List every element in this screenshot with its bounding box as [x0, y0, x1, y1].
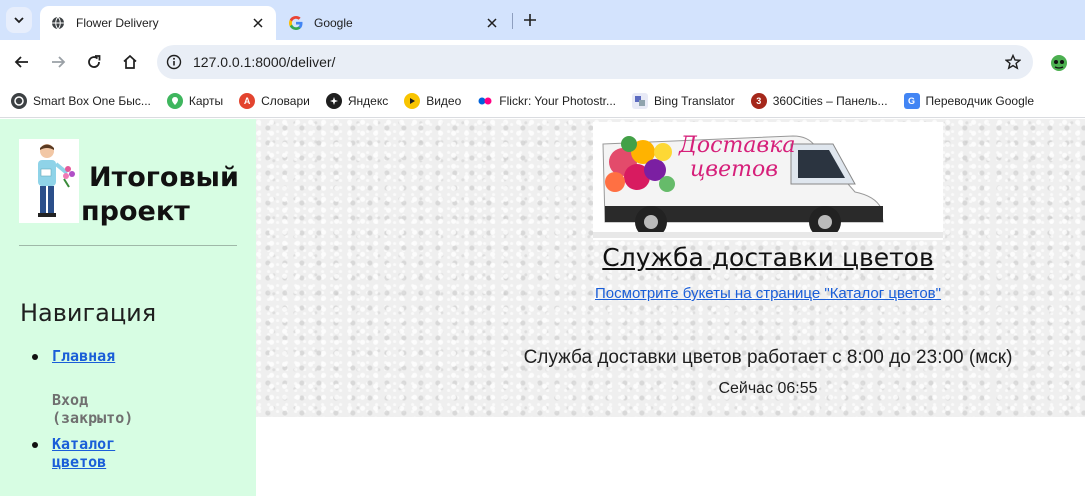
bookmark-label: Видео	[426, 93, 462, 108]
bookmark-star-icon[interactable]	[1001, 50, 1025, 74]
arrow-right-icon	[52, 56, 66, 68]
nav-heading: Навигация	[20, 299, 157, 327]
bookmark-dictionaries[interactable]: A Словари	[239, 92, 310, 109]
brand: Итоговый проект	[19, 139, 239, 249]
globe-icon	[50, 15, 66, 31]
reload-button[interactable]	[82, 50, 106, 74]
tab-title: Flower Delivery	[76, 16, 159, 30]
working-hours-text: Служба доставки цветов работает с 8:00 д…	[523, 347, 1013, 368]
360cities-icon: 3	[750, 92, 767, 109]
bookmark-yandex[interactable]: Яндекс	[325, 92, 389, 109]
arrow-left-icon	[14, 56, 28, 68]
courier-illustration	[19, 139, 79, 223]
main-content: Доставка цветов Служба доставки цветов П…	[256, 119, 1085, 417]
tab-strip: Flower Delivery Google	[0, 0, 1085, 40]
bookmark-google-translate[interactable]: G Переводчик Google	[903, 92, 1035, 109]
new-tab-button[interactable]	[518, 8, 542, 32]
bookmark-smartbox[interactable]: Smart Box One Быс...	[11, 92, 151, 109]
site-title: Итоговый проект	[81, 161, 241, 229]
bookmark-label: Яндекс	[347, 93, 389, 108]
back-button[interactable]	[10, 50, 34, 74]
tab-search-button[interactable]	[6, 7, 32, 33]
url-text[interactable]: 127.0.0.1:8000/deliver/	[193, 54, 1001, 70]
yandex-icon	[325, 92, 342, 109]
list-bullet	[32, 354, 38, 360]
catalog-link[interactable]: Посмотрите букеты на странице "Каталог ц…	[256, 285, 1085, 302]
site-title-line1: Итоговый	[89, 162, 239, 193]
bookmark-label: Карты	[188, 93, 224, 108]
bookmark-video[interactable]: Видео	[404, 92, 462, 109]
home-button[interactable]	[118, 50, 142, 74]
bookmark-label: Переводчик Google	[925, 93, 1035, 108]
maps-icon	[166, 92, 183, 109]
van-banner-text: Доставка цветов	[679, 133, 796, 182]
address-bar[interactable]: 127.0.0.1:8000/deliver/	[157, 45, 1033, 79]
close-tab-icon[interactable]	[484, 15, 500, 31]
sidebar: Итоговый проект Навигация Главная Вход (…	[0, 119, 256, 496]
nav-link-home[interactable]: Главная	[52, 347, 115, 365]
tab-google[interactable]: Google	[278, 6, 510, 40]
video-icon	[404, 92, 421, 109]
bookmark-label: Bing Translator	[654, 93, 735, 108]
plus-icon	[524, 14, 536, 26]
bookmark-bing-translator[interactable]: Bing Translator	[632, 92, 735, 109]
bookmark-flickr[interactable]: Flickr: Your Photostr...	[477, 93, 616, 109]
close-tab-icon[interactable]	[250, 15, 266, 31]
nav-login-disabled: Вход (закрыто)	[52, 391, 134, 427]
forward-button[interactable]	[46, 50, 70, 74]
page-headline: Служба доставки цветов	[602, 243, 934, 272]
home-icon	[123, 54, 137, 69]
tab-separator	[512, 13, 513, 29]
flickr-icon	[477, 93, 493, 109]
site-title-line2: проект	[81, 196, 190, 227]
site-info-icon[interactable]	[161, 49, 187, 75]
browser-toolbar: 127.0.0.1:8000/deliver/	[0, 40, 1085, 84]
google-translate-icon: G	[903, 92, 920, 109]
bing-translator-icon	[632, 92, 648, 109]
extension-icon[interactable]	[1048, 51, 1070, 73]
bookmarks-bar: Smart Box One Быс... Карты A Словари Янд…	[0, 84, 1085, 118]
google-icon	[288, 15, 304, 31]
bookmark-360cities[interactable]: 3 360Cities – Панель...	[750, 92, 888, 109]
current-time-text: Сейчас 06:55	[718, 380, 818, 397]
tab-title: Google	[314, 16, 353, 30]
bookmark-label: Словари	[261, 93, 310, 108]
list-bullet	[32, 442, 38, 448]
sidebar-divider	[19, 245, 237, 246]
dictionaries-icon: A	[239, 92, 256, 109]
bookmark-label: Smart Box One Быс...	[33, 93, 151, 108]
delivery-van-image: Доставка цветов	[593, 122, 943, 240]
web-page: Итоговый проект Навигация Главная Вход (…	[0, 119, 1085, 496]
smartbox-icon	[11, 92, 27, 109]
tab-flower-delivery[interactable]: Flower Delivery	[40, 6, 276, 40]
nav-link-catalog[interactable]: Каталог цветов	[52, 435, 115, 471]
bookmark-maps[interactable]: Карты	[166, 92, 224, 109]
bookmark-label: Flickr: Your Photostr...	[499, 93, 616, 108]
chevron-down-icon	[14, 17, 24, 24]
bookmark-label: 360Cities – Панель...	[772, 93, 888, 108]
reload-icon	[88, 55, 101, 68]
